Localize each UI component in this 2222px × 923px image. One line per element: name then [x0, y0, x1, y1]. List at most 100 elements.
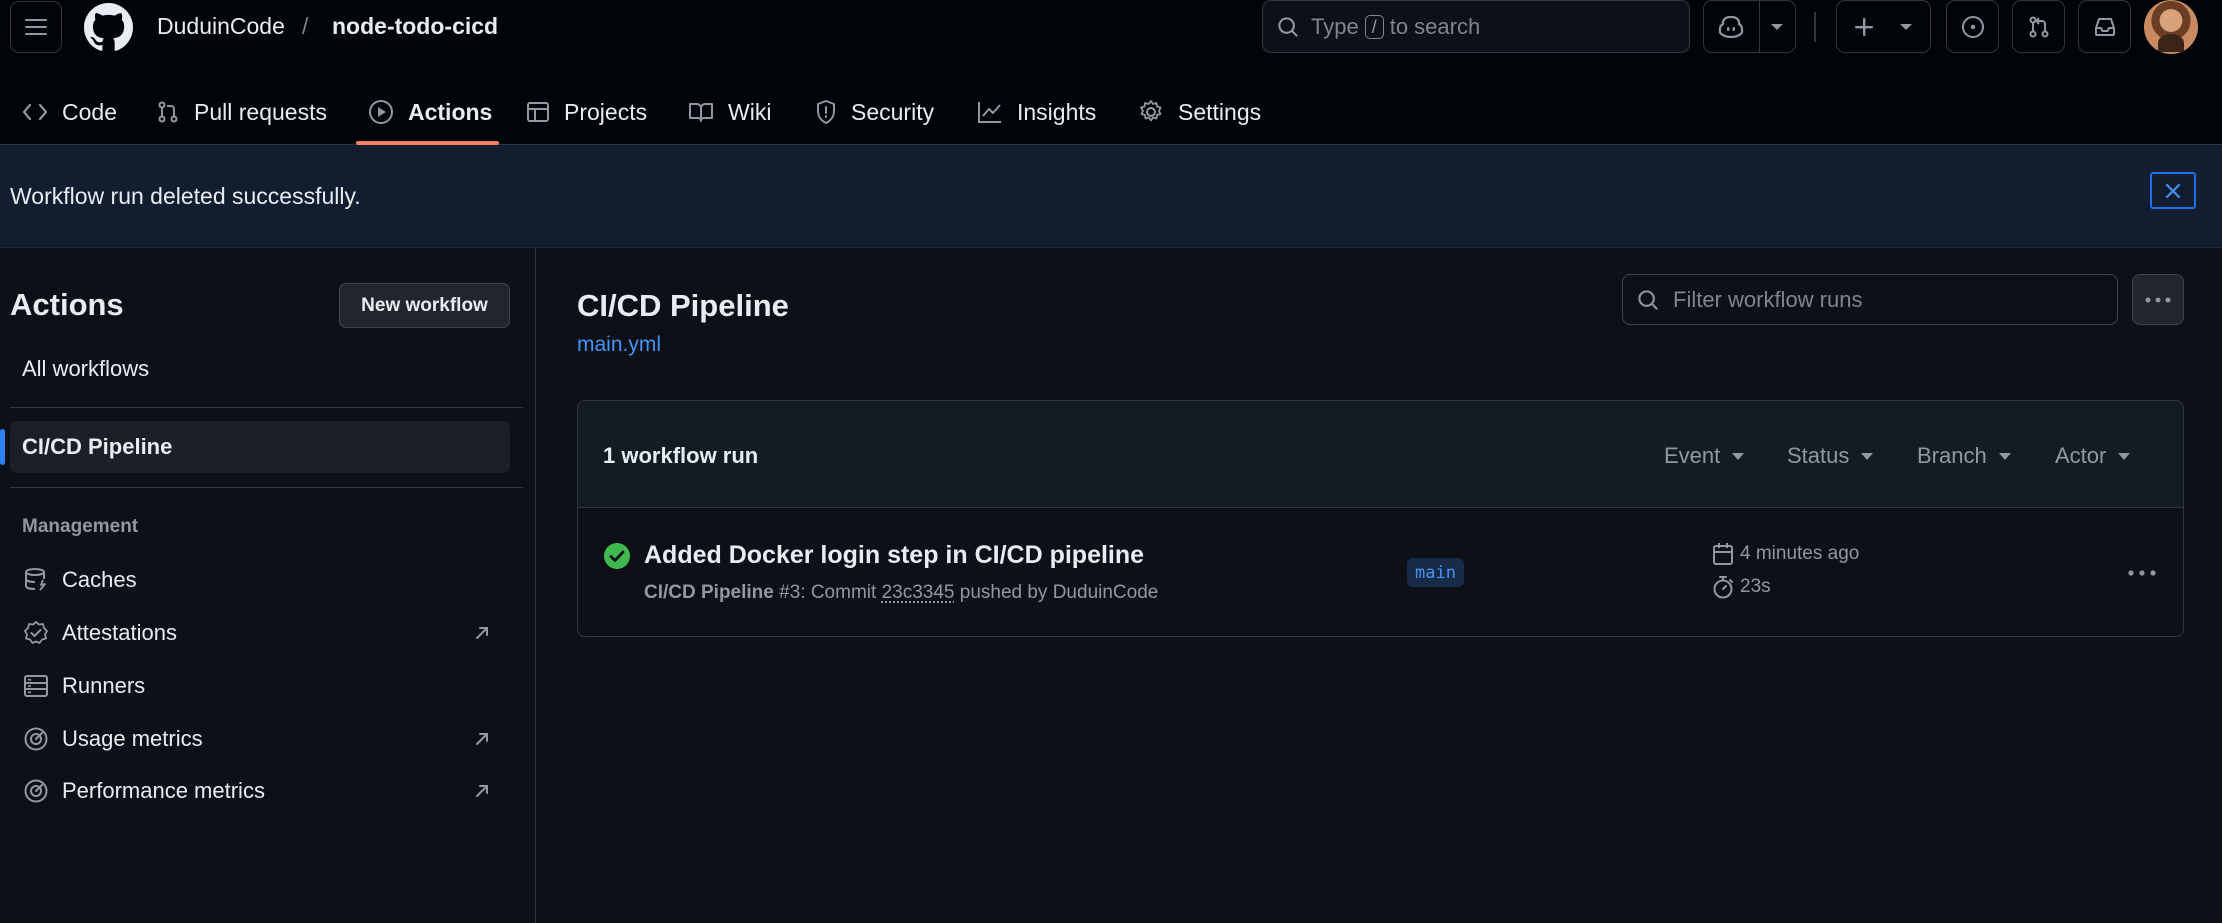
- tab-label: Code: [62, 98, 117, 125]
- breadcrumb-separator: /: [302, 13, 309, 39]
- issues-button[interactable]: [1946, 0, 1999, 53]
- tab-settings[interactable]: Settings: [1138, 90, 1261, 134]
- run-commit-prefix: : Commit: [800, 582, 877, 603]
- sidebar-item-label: Caches: [62, 567, 137, 592]
- flash-message: Workflow run deleted successfully.: [10, 183, 361, 209]
- run-number: #3: [779, 582, 801, 603]
- repo-navigation: Code Pull requests Actions Projects Wiki…: [0, 80, 2222, 145]
- tab-projects[interactable]: Projects: [526, 90, 647, 134]
- branch-filter-dropdown[interactable]: Branch: [1917, 443, 2011, 469]
- search-icon: [1278, 16, 1298, 37]
- header-divider: [1814, 12, 1816, 42]
- search-shortcut-key: /: [1364, 14, 1384, 39]
- search-icon: [1638, 289, 1658, 310]
- link-external-icon: [476, 733, 488, 745]
- calendar-icon: [1713, 543, 1733, 565]
- inbox-button[interactable]: [2078, 0, 2131, 53]
- status-filter-dropdown[interactable]: Status: [1787, 443, 1874, 469]
- sidebar-item-ci-cd-pipeline[interactable]: CI/CD Pipeline: [0, 421, 510, 473]
- run-timestamp: 4 minutes ago: [1712, 542, 1859, 566]
- database-icon: [25, 568, 46, 591]
- run-meta: CI/CD Pipeline #3: Commit 23c3345 pushed…: [644, 582, 1158, 604]
- copilot-icon[interactable]: [1718, 15, 1744, 39]
- kebab-horizontal-icon: [2145, 297, 2171, 302]
- search-prefix: Type: [1311, 13, 1359, 39]
- triangle-down-icon: [1732, 452, 1745, 460]
- sidebar-item-usage-metrics[interactable]: Usage metrics: [22, 719, 500, 759]
- check-circle-fill-icon: [604, 543, 630, 569]
- tab-actions[interactable]: Actions: [368, 90, 492, 134]
- management-heading: Management: [22, 516, 139, 537]
- sidebar-item-label: Runners: [62, 673, 146, 698]
- gear-icon: [1140, 100, 1162, 122]
- shield-icon: [817, 100, 835, 124]
- commit-sha-link[interactable]: 23c3345: [882, 582, 955, 603]
- triangle-down-icon: [2118, 452, 2131, 460]
- flash-banner: Workflow run deleted successfully.: [0, 145, 2222, 248]
- sidebar-item-attestations[interactable]: Attestations: [22, 613, 500, 653]
- triangle-down-icon: [1861, 452, 1874, 460]
- app-header: DuduinCode / node-todo-cicd Type / to se…: [0, 0, 2222, 145]
- tab-security[interactable]: Security: [815, 90, 934, 134]
- sidebar-divider: [10, 487, 523, 488]
- facet-label: Branch: [1917, 443, 1987, 468]
- menu-button[interactable]: [10, 1, 62, 53]
- tab-label: Wiki: [728, 98, 772, 125]
- tab-label: Security: [851, 98, 935, 125]
- branch-label[interactable]: main: [1407, 558, 1464, 587]
- facet-label: Event: [1664, 443, 1721, 468]
- triangle-down-icon: [1998, 452, 2011, 460]
- actions-sidebar: Actions New workflow All workflows CI/CD…: [0, 248, 536, 923]
- sidebar-title: Actions: [10, 287, 124, 322]
- play-icon: [369, 100, 393, 124]
- tab-label: Pull requests: [194, 98, 327, 125]
- graph-icon: [978, 102, 1001, 123]
- inbox-icon: [2094, 17, 2115, 36]
- sidebar-item-label: Performance metrics: [62, 778, 265, 803]
- pull-requests-button[interactable]: [2012, 0, 2065, 53]
- sidebar-item-runners[interactable]: Runners: [22, 666, 500, 706]
- run-duration: 23s: [1712, 575, 1771, 599]
- sidebar-item-label: Attestations: [62, 620, 177, 645]
- run-options-button[interactable]: [2122, 558, 2162, 588]
- sidebar-item-label: Usage metrics: [62, 726, 203, 751]
- tab-label: Settings: [1178, 98, 1262, 125]
- chevron-down-icon: [1900, 24, 1912, 30]
- sidebar-item-caches[interactable]: Caches: [22, 560, 500, 600]
- workflow-file-link[interactable]: main.yml: [577, 333, 661, 357]
- sidebar-item-performance-metrics[interactable]: Performance metrics: [22, 771, 500, 811]
- workflow-run-row[interactable]: Added Docker login step in CI/CD pipelin…: [578, 508, 2183, 636]
- tab-pull-requests[interactable]: Pull requests: [156, 90, 327, 134]
- run-duration-text: 23s: [1740, 576, 1771, 597]
- link-external-icon: [476, 627, 488, 639]
- plus-icon: [1855, 18, 1873, 36]
- workflow-menu-button[interactable]: [2132, 274, 2184, 325]
- book-icon: [689, 103, 713, 122]
- event-filter-dropdown[interactable]: Event: [1664, 443, 1745, 469]
- verified-icon: [24, 621, 48, 644]
- tab-code[interactable]: Code: [22, 90, 117, 134]
- hamburger-icon: [25, 19, 47, 35]
- filter-placeholder: Filter workflow runs: [1673, 286, 1863, 312]
- tab-insights[interactable]: Insights: [977, 90, 1096, 134]
- breadcrumb-owner[interactable]: DuduinCode: [157, 13, 285, 40]
- issue-opened-icon: [1961, 15, 1984, 38]
- chevron-down-icon[interactable]: [1770, 23, 1784, 32]
- sidebar-item-all-workflows[interactable]: All workflows: [22, 356, 149, 382]
- workflow-title: CI/CD Pipeline: [577, 288, 789, 323]
- run-title-link[interactable]: Added Docker login step in CI/CD pipelin…: [644, 541, 1144, 570]
- filter-workflow-runs-input[interactable]: Filter workflow runs: [1622, 274, 2118, 325]
- user-avatar[interactable]: [2144, 0, 2198, 54]
- dismiss-flash-button[interactable]: [2150, 172, 2196, 209]
- tab-wiki[interactable]: Wiki: [688, 90, 771, 134]
- tab-label: Projects: [564, 98, 648, 125]
- copilot-button-group: [1703, 0, 1796, 53]
- new-workflow-button[interactable]: New workflow: [339, 283, 510, 328]
- create-new-button[interactable]: [1836, 0, 1931, 53]
- github-logo-icon[interactable]: [84, 3, 133, 52]
- actor-filter-dropdown[interactable]: Actor: [2055, 443, 2131, 469]
- global-search-input[interactable]: Type / to search: [1262, 0, 1690, 53]
- kebab-horizontal-icon: [2128, 570, 2156, 576]
- run-pushed-by: pushed by DuduinCode: [959, 582, 1159, 603]
- breadcrumb-repo[interactable]: node-todo-cicd: [332, 13, 498, 40]
